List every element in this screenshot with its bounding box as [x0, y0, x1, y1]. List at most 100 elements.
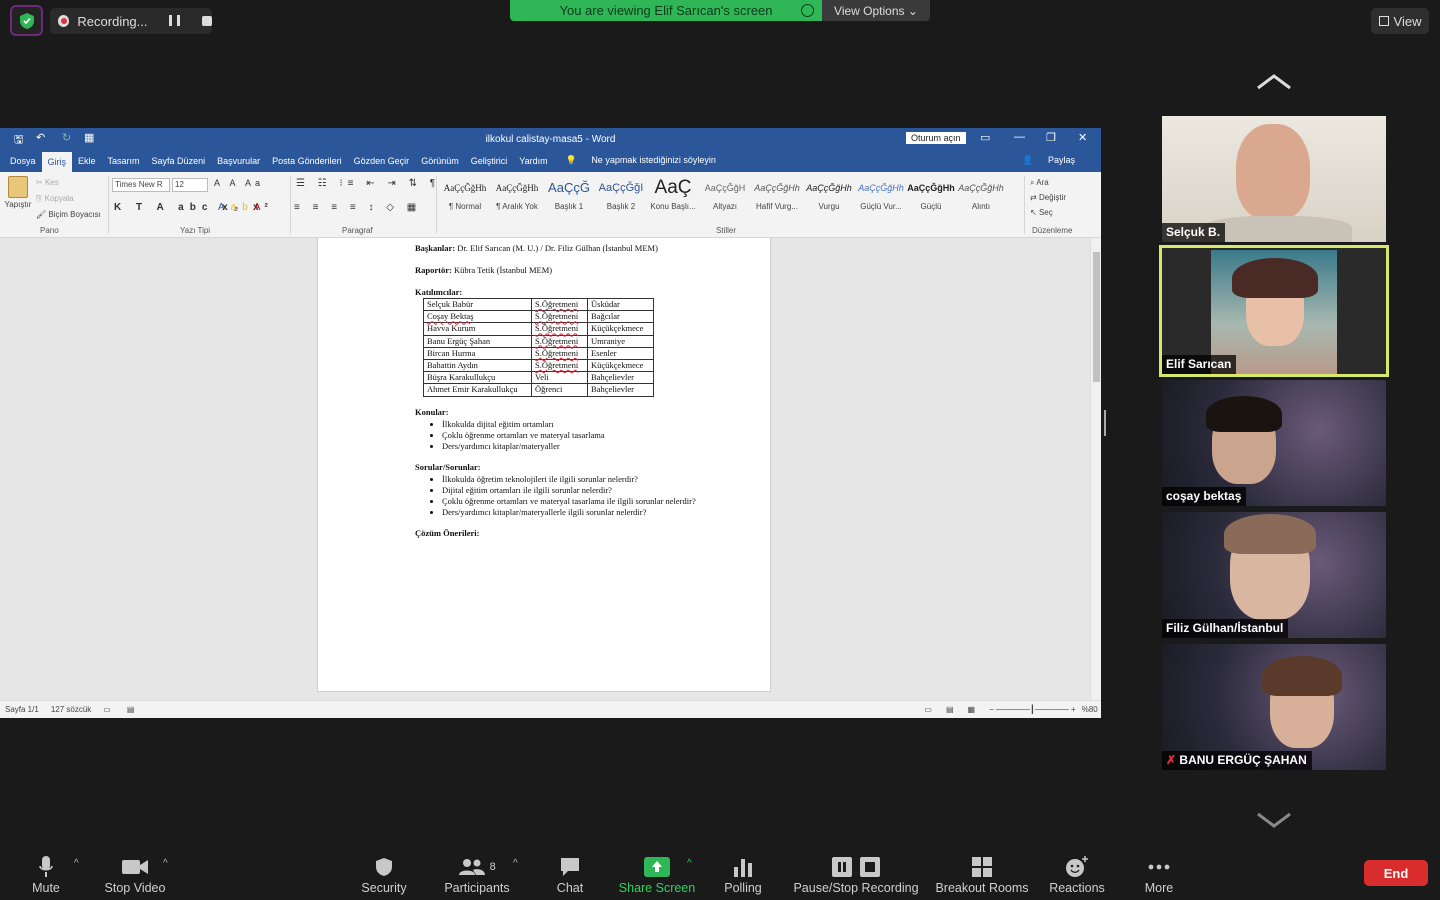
- chevron-up-icon[interactable]: [1254, 72, 1294, 92]
- tell-me-box[interactable]: 💡 Ne yapmak istediğinizi söyleyin: [554, 155, 728, 172]
- meeting-toolbar: Mute ^ Stop Video ^ Security 8 Participa…: [0, 846, 1440, 900]
- replace-button[interactable]: ⇄ Değiştir: [1030, 193, 1066, 202]
- table-cell: Bahçelievler: [587, 371, 654, 385]
- style-no-spacing[interactable]: AaÇçĞğHh ¶ Aralık Yok: [492, 178, 542, 211]
- print-layout-icon[interactable]: ▤: [946, 705, 954, 714]
- split-handle[interactable]: [1104, 410, 1106, 436]
- tab-tasarim[interactable]: Tasarım: [102, 156, 146, 172]
- macro-icon[interactable]: ▤: [127, 705, 135, 714]
- caret-up-icon[interactable]: ^: [163, 858, 168, 869]
- close-icon[interactable]: ✕: [1078, 131, 1087, 144]
- format-painter-button[interactable]: 🖌 Biçim Boyacısı: [36, 210, 101, 219]
- reactions-button[interactable]: Reactions: [1046, 856, 1108, 895]
- share-button[interactable]: 👤 Paylaş: [1010, 155, 1087, 172]
- vertical-scrollbar[interactable]: [1090, 238, 1101, 700]
- view-button[interactable]: View: [1371, 8, 1429, 34]
- security-button[interactable]: Security: [354, 856, 414, 895]
- pause-stop-recording-button[interactable]: Pause/Stop Recording: [790, 856, 922, 895]
- participant-tile[interactable]: coşay bektaş: [1162, 380, 1386, 506]
- list-item: Çoklu öğrenme ortamları ve materyal tasa…: [442, 496, 770, 507]
- participant-tile[interactable]: ✗ BANU ERGÜÇ ŞAHAN: [1162, 644, 1386, 770]
- tab-gorunum[interactable]: Görünüm: [415, 156, 465, 172]
- table-cell: S.Öğretmeni: [531, 310, 588, 324]
- breakout-rooms-button[interactable]: Breakout Rooms: [934, 856, 1030, 895]
- pause-recording-icon[interactable]: [169, 15, 181, 27]
- security-label: Security: [361, 881, 407, 895]
- caret-up-icon[interactable]: ^: [74, 858, 79, 869]
- select-button[interactable]: ↖ Seç: [1030, 208, 1053, 217]
- table-row: Ahmet Emir Karakullukçu Öğrenci Bahçelievl…: [423, 383, 654, 397]
- tab-giris[interactable]: Giriş: [41, 152, 73, 172]
- style-quote[interactable]: AaÇçĞğHh Alıntı: [956, 178, 1006, 211]
- style-subtle-emphasis[interactable]: AaÇçĞğHh Hafif Vurg...: [752, 178, 802, 211]
- font-size-adjust-icons[interactable]: A A Aa: [214, 178, 264, 188]
- document-canvas[interactable]: Başkanlar: Dr. Elif Sarıcan (M. U.) / Dr…: [0, 238, 1101, 700]
- document-page[interactable]: Başkanlar: Dr. Elif Sarıcan (M. U.) / Dr…: [317, 238, 771, 692]
- caret-up-icon[interactable]: ^: [513, 858, 518, 869]
- style-title[interactable]: AaÇ Konu Başlı...: [648, 178, 698, 212]
- participant-name-text: BANU ERGÜÇ ŞAHAN: [1179, 753, 1307, 767]
- style-heading-2[interactable]: AaÇçĞğI Başlık 2: [596, 178, 646, 211]
- participant-tile[interactable]: Selçuk B.: [1162, 116, 1386, 242]
- tab-posta[interactable]: Posta Gönderileri: [266, 156, 348, 172]
- tab-dosya[interactable]: Dosya: [4, 156, 42, 172]
- style-heading-1[interactable]: AaÇçĞ Başlık 1: [544, 178, 594, 211]
- participant-tile[interactable]: Filiz Gülhan/İstanbul: [1162, 512, 1386, 638]
- tab-gelistirici[interactable]: Geliştirici: [465, 156, 514, 172]
- alignment-buttons[interactable]: ≡ ≡ ≡ ≡ ↕ ◇ ▦: [294, 202, 421, 213]
- web-layout-icon[interactable]: ▦: [968, 705, 976, 714]
- polling-button[interactable]: Polling: [718, 856, 768, 895]
- style-emphasis[interactable]: AaÇçĞğHh Vurgu: [804, 178, 854, 211]
- style-normal[interactable]: AaÇçĞğHh ¶ Normal: [440, 178, 490, 211]
- tab-yardim[interactable]: Yardım: [513, 156, 553, 172]
- proofing-icon[interactable]: ▭: [103, 705, 111, 714]
- tab-ekle[interactable]: Ekle: [72, 156, 102, 172]
- style-subtitle[interactable]: AaÇçĞğH Altyazı: [700, 178, 750, 211]
- table-cell: Ahmet Emir Karakullukçu: [423, 383, 532, 397]
- end-meeting-button[interactable]: End: [1364, 860, 1428, 886]
- cut-button[interactable]: ✂ Kes: [36, 178, 59, 187]
- participant-count: 8: [489, 861, 496, 873]
- chevron-down-icon[interactable]: [1254, 810, 1294, 830]
- ribbon-display-icon[interactable]: ▭: [980, 131, 990, 144]
- stop-recording-icon[interactable]: [202, 16, 212, 26]
- table-cell: S.Öğretmeni: [531, 297, 588, 312]
- table-cell: Küçükçekmece: [587, 322, 654, 336]
- read-mode-icon[interactable]: ▭: [924, 705, 932, 714]
- stop-video-button[interactable]: Stop Video: [100, 856, 170, 895]
- tab-basvurular[interactable]: Başvurular: [211, 156, 266, 172]
- chat-button[interactable]: Chat: [546, 856, 594, 895]
- font-name-select[interactable]: Times New R: [112, 178, 170, 192]
- tab-gozden-gecir[interactable]: Gözden Geçir: [348, 156, 416, 172]
- participant-tile-active-speaker[interactable]: Elif Sarıcan: [1159, 245, 1389, 377]
- zoom-level[interactable]: %80: [1082, 705, 1098, 714]
- caret-up-icon[interactable]: ^: [687, 858, 692, 869]
- cursor-icon: ↖: [1030, 208, 1037, 217]
- signin-button[interactable]: Oturum açın: [906, 132, 966, 144]
- shared-word-window: 🖫 ↶ ↻ ▦ ilkokul calistay-masa5 - Word Ot…: [0, 128, 1101, 718]
- view-options-button[interactable]: View Options ⌄: [822, 0, 930, 21]
- tab-sayfa-duzeni[interactable]: Sayfa Düzeni: [146, 156, 212, 172]
- paste-button[interactable]: Yapıştır: [4, 176, 32, 209]
- style-sample: AaÇçĞ: [548, 180, 590, 195]
- maximize-icon[interactable]: ❐: [1046, 131, 1056, 144]
- minimize-icon[interactable]: —: [1014, 131, 1025, 143]
- security-shield-button[interactable]: [10, 5, 43, 36]
- pause-stop-icon: [790, 856, 922, 878]
- microphone-icon: [22, 856, 70, 878]
- find-button[interactable]: ⌕ Ara: [1030, 178, 1049, 188]
- style-intense-emphasis[interactable]: AaÇçĞğHh Güçlü Vur...: [856, 178, 906, 211]
- list-buttons[interactable]: ☰ ☷ ⁝≡ ⇤ ⇥ ⇅ ¶: [296, 178, 440, 189]
- scrollbar-thumb[interactable]: [1093, 252, 1100, 382]
- participants-button[interactable]: 8 Participants: [440, 856, 514, 895]
- font-size-select[interactable]: 12: [172, 178, 208, 192]
- mute-button[interactable]: Mute: [22, 856, 70, 895]
- zoom-slider[interactable]: − ──────┃────── +: [989, 705, 1076, 714]
- more-button[interactable]: More: [1138, 856, 1180, 895]
- copy-button[interactable]: ⎘ Kopyala: [36, 194, 74, 204]
- style-strong[interactable]: AaÇçĞğHh Güçlü: [906, 178, 956, 211]
- bar-chart-icon: [718, 856, 768, 878]
- list-item: İlkokulda öğretim teknolojileri ile ilgi…: [442, 474, 770, 485]
- font-color-icons[interactable]: AabA: [218, 202, 266, 213]
- pause-stop-recording-label: Pause/Stop Recording: [793, 881, 919, 895]
